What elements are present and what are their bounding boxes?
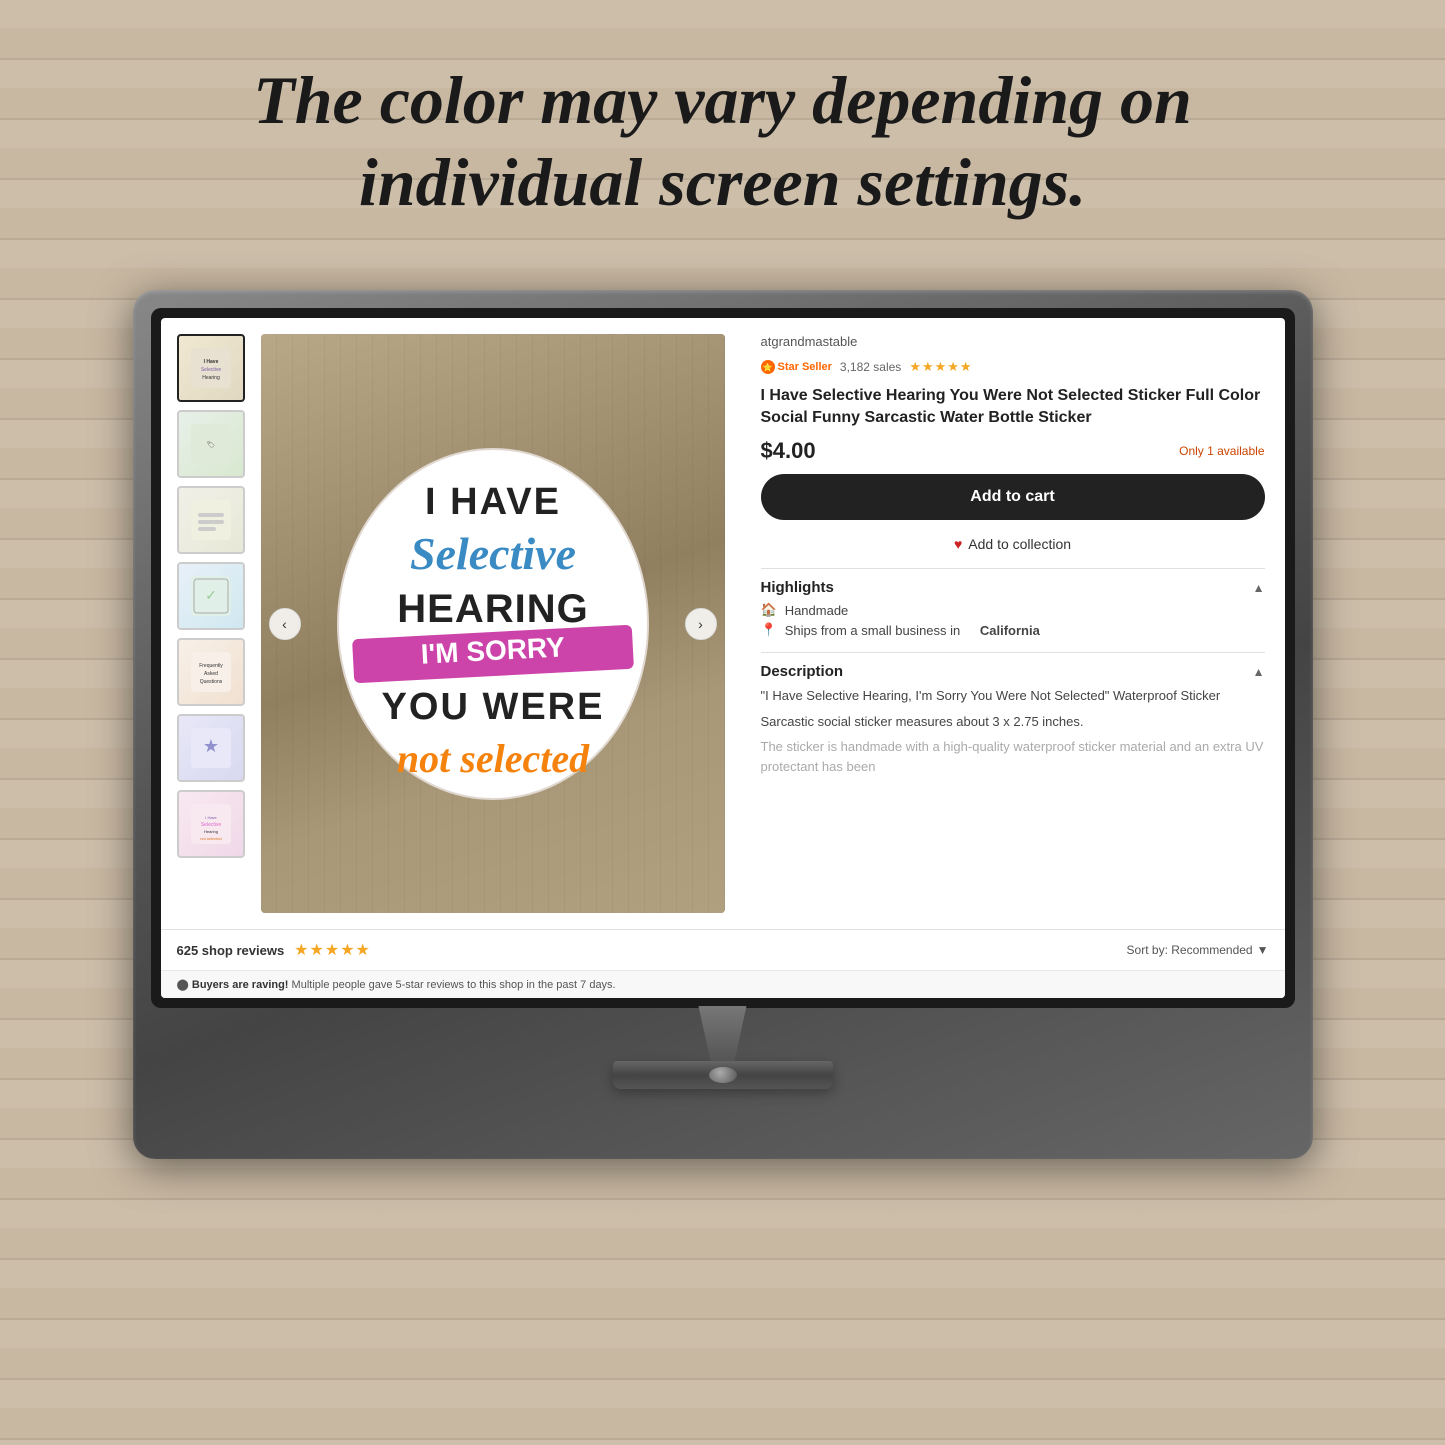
- svg-text:HEARING: HEARING: [397, 587, 588, 631]
- svg-text:✓: ✓: [205, 587, 217, 603]
- tv-neck: [683, 1006, 763, 1061]
- star-seller-icon: ⭐: [761, 360, 775, 374]
- svg-text:Frequently: Frequently: [199, 663, 223, 669]
- buyers-raving-icon: ⬤: [177, 979, 189, 991]
- svg-text:★: ★: [202, 736, 218, 756]
- description-chevron: ▲: [1253, 665, 1265, 679]
- svg-text:I Have: I Have: [203, 359, 218, 365]
- buyers-raving-text: Multiple people gave 5-star reviews to t…: [292, 979, 616, 991]
- handmade-icon: 🏠: [761, 602, 777, 618]
- thumbnail-1[interactable]: I Have Selective Hearing: [177, 334, 245, 402]
- thumbnail-4[interactable]: ✓: [177, 562, 245, 630]
- tv-monitor: I Have Selective Hearing: [133, 290, 1313, 1159]
- thumbnail-5[interactable]: Frequently Asked Questions: [177, 638, 245, 706]
- handmade-label: Handmade: [785, 603, 849, 618]
- product-sticker-image: I HAVE Selective HEARING I'M SORRY YOU W…: [323, 434, 663, 814]
- add-to-cart-button[interactable]: Add to cart: [761, 474, 1265, 520]
- description-body: "I Have Selective Hearing, I'm Sorry You…: [761, 686, 1265, 776]
- star-seller-row: ⭐ Star Seller 3,182 sales ★★★★★: [761, 359, 1265, 375]
- reviews-count: 625 shop reviews: [177, 943, 285, 958]
- highlight-handmade: 🏠 Handmade: [761, 602, 1265, 618]
- availability-label: Only 1 available: [1179, 444, 1264, 458]
- svg-text:🏷: 🏷: [206, 441, 215, 449]
- add-to-collection-button[interactable]: ♥ Add to collection: [761, 530, 1265, 558]
- description-label: Description: [761, 663, 844, 680]
- screen-content: I Have Selective Hearing: [161, 318, 1285, 929]
- highlights-section: Highlights ▲ 🏠 Handmade 📍 Ships from a s…: [761, 568, 1265, 642]
- svg-text:I Have: I Have: [205, 815, 217, 820]
- tv-screen: I Have Selective Hearing: [161, 318, 1285, 998]
- right-panel: atgrandmastable ⭐ Star Seller 3,182 sale…: [741, 318, 1285, 929]
- heart-icon: ♥: [954, 536, 962, 552]
- svg-text:Selective: Selective: [200, 822, 221, 828]
- thumbnail-7[interactable]: I Have Selective Hearing not selected: [177, 790, 245, 858]
- sort-chevron-icon: ▼: [1257, 943, 1269, 957]
- svg-text:Questions: Questions: [199, 679, 222, 685]
- highlights-chevron: ▲: [1253, 581, 1265, 595]
- location-icon: 📍: [761, 622, 777, 638]
- ships-label: Ships from a small business in: [785, 623, 961, 638]
- left-panel: I Have Selective Hearing: [161, 318, 741, 929]
- description-section: Description ▲ "I Have Selective Hearing,…: [761, 652, 1265, 782]
- headline: The color may vary depending on individu…: [0, 60, 1445, 223]
- svg-text:Selective: Selective: [200, 367, 221, 373]
- prev-image-button[interactable]: ‹: [269, 608, 301, 640]
- thumbnail-2[interactable]: 🏷: [177, 410, 245, 478]
- thumbnail-6[interactable]: ★: [177, 714, 245, 782]
- svg-text:Asked: Asked: [204, 671, 218, 677]
- highlights-label: Highlights: [761, 579, 834, 596]
- sort-by-control[interactable]: Sort by: Recommended ▼: [1127, 943, 1269, 957]
- product-price: $4.00: [761, 438, 816, 464]
- desc-line3: The sticker is handmade with a high-qual…: [761, 737, 1265, 776]
- reviews-section: 625 shop reviews ★★★★★: [177, 940, 371, 960]
- svg-text:not selected: not selected: [200, 836, 222, 841]
- highlight-ships: 📍 Ships from a small business in Califor…: [761, 622, 1265, 638]
- main-product-image: ‹ I HAVE Selective HEARING: [261, 334, 725, 913]
- next-image-button[interactable]: ›: [685, 608, 717, 640]
- tv-bezel: I Have Selective Hearing: [133, 290, 1313, 1159]
- svg-text:Hearing: Hearing: [203, 829, 217, 834]
- tv-base: [613, 1061, 833, 1089]
- svg-text:not selected: not selected: [396, 736, 589, 781]
- buyers-raving-label: Buyers are raving!: [192, 979, 289, 991]
- star-seller-label: Star Seller: [778, 361, 832, 373]
- svg-text:Hearing: Hearing: [202, 375, 220, 381]
- tv-base-knob: [709, 1067, 737, 1083]
- desc-line2: Sarcastic social sticker measures about …: [761, 712, 1265, 732]
- sort-label: Sort by: Recommended: [1127, 943, 1253, 957]
- highlights-header[interactable]: Highlights ▲: [761, 569, 1265, 602]
- thumbnail-3[interactable]: [177, 486, 245, 554]
- headline-line1: The color may vary depending on: [80, 60, 1365, 142]
- price-row: $4.00 Only 1 available: [761, 438, 1265, 464]
- seller-rating: ★★★★★: [909, 359, 972, 375]
- description-header[interactable]: Description ▲: [761, 653, 1265, 686]
- svg-text:Selective: Selective: [409, 528, 575, 579]
- headline-line2: individual screen settings.: [80, 142, 1365, 224]
- desc-line1: "I Have Selective Hearing, I'm Sorry You…: [761, 686, 1265, 706]
- reviews-stars: ★★★★★: [294, 940, 371, 960]
- reviews-bar: 625 shop reviews ★★★★★ Sort by: Recommen…: [161, 929, 1285, 970]
- sales-count: 3,182 sales: [840, 360, 901, 374]
- product-title: I Have Selective Hearing You Were Not Se…: [761, 385, 1265, 428]
- ships-location: California: [980, 623, 1040, 638]
- svg-text:I HAVE: I HAVE: [425, 481, 561, 523]
- star-seller-badge: ⭐ Star Seller: [761, 360, 832, 374]
- thumbnail-column: I Have Selective Hearing: [177, 334, 249, 913]
- svg-text:YOU WERE: YOU WERE: [381, 686, 604, 728]
- seller-name[interactable]: atgrandmastable: [761, 334, 1265, 349]
- tv-inner-frame: I Have Selective Hearing: [151, 308, 1295, 1008]
- buyers-raving-bar: ⬤ Buyers are raving! Multiple people gav…: [161, 970, 1285, 998]
- tv-stand: [151, 1006, 1295, 1089]
- add-to-collection-label: Add to collection: [968, 536, 1071, 552]
